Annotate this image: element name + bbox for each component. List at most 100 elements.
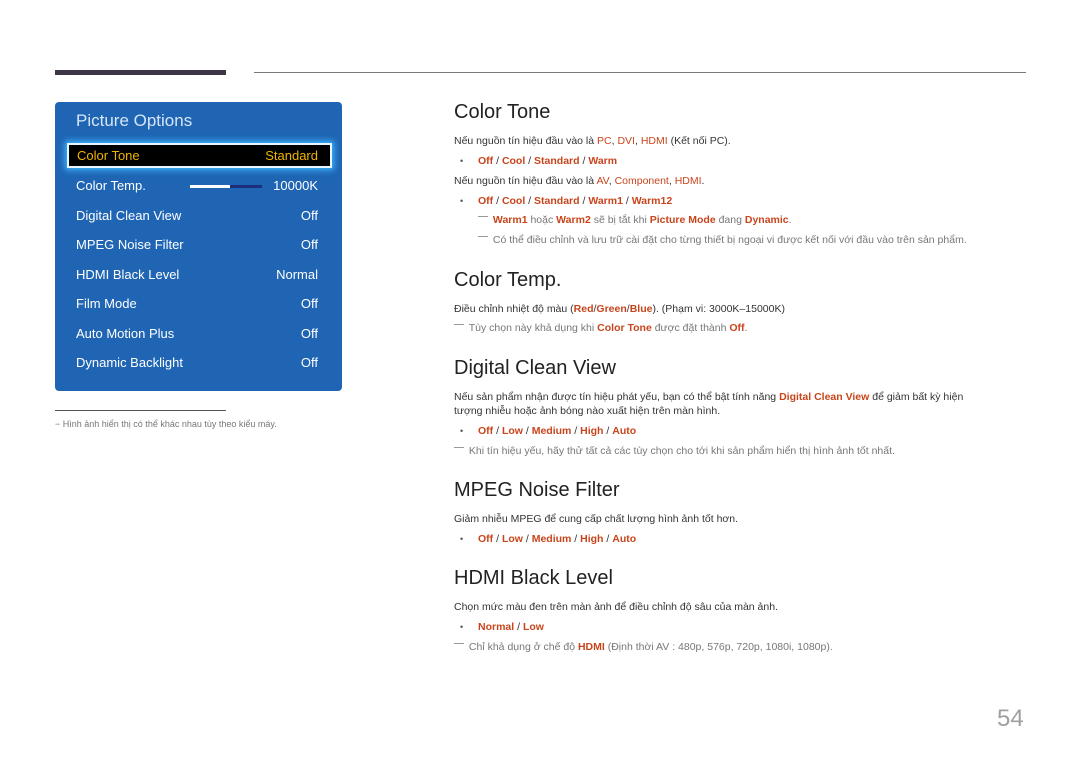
section-title-digital-clean-view: Digital Clean View [454, 357, 616, 379]
menu-item-value: Off [300, 325, 318, 341]
sep: / [525, 195, 535, 207]
highlight: Component [614, 175, 669, 187]
hdmi-black-level-options: • Normal / Low [460, 621, 544, 633]
text: Điều chỉnh nhiệt độ màu ( [454, 303, 574, 315]
text: . [788, 214, 792, 226]
option: Warm1 [588, 195, 623, 207]
highlight: Color Tone [597, 322, 652, 334]
highlight: Picture Mode [649, 214, 716, 226]
highlight: Green [596, 303, 627, 315]
option: Off [478, 425, 494, 437]
sep: / [622, 195, 632, 207]
menu-item-value: Standard [265, 148, 318, 163]
option: Low [522, 621, 544, 633]
option: High [580, 533, 604, 545]
text: . [701, 175, 705, 187]
menu-item-digital-clean-view[interactable]: Digital Clean View Off [76, 204, 318, 226]
slider-fill [190, 185, 230, 188]
bullet-icon: • [460, 156, 464, 166]
highlight: Warm2 [556, 214, 591, 226]
header-rule [254, 72, 1026, 73]
color-temp-note: Tùy chọn này khả dụng khi Color Tone đượ… [454, 322, 748, 334]
header-accent-bar [55, 70, 226, 75]
menu-item-hdmi-black-level[interactable]: HDMI Black Level Normal [76, 263, 318, 285]
color-tone-desc-2: Nếu nguồn tín hiệu đầu vào là AV, Compon… [454, 174, 704, 189]
menu-item-film-mode[interactable]: Film Mode Off [76, 292, 318, 314]
highlight: Red [573, 303, 594, 315]
menu-item-label: Color Temp. [76, 177, 146, 193]
highlight: HDMI [577, 641, 605, 653]
option: Cool [501, 195, 526, 207]
bullet-icon: • [460, 622, 464, 632]
option: Auto [612, 425, 637, 437]
option: Standard [534, 155, 580, 167]
option: Auto [612, 533, 637, 545]
digital-clean-view-note: Khi tín hiệu yếu, hãy thử tất cả các tùy… [454, 445, 895, 457]
color-tone-note-1: Warm1 hoặc Warm2 sẽ bị tắt khi Picture M… [478, 214, 792, 226]
option: Medium [531, 533, 572, 545]
text: (Định thời AV : 480p, 576p, 720p, 1080i,… [604, 641, 833, 653]
menu-item-dynamic-backlight[interactable]: Dynamic Backlight Off [76, 351, 318, 373]
section-title-hdmi-black-level: HDMI Black Level [454, 567, 613, 589]
sep: / [579, 195, 589, 207]
color-tone-desc-1: Nếu nguồn tín hiệu đầu vào là PC, DVI, H… [454, 134, 731, 149]
sep: / [571, 533, 581, 545]
color-tone-options-2: • Off / Cool / Standard / Warm1 / Warm12 [460, 195, 672, 207]
text: được đặt thành [651, 322, 730, 334]
menu-item-value: Off [300, 207, 318, 223]
highlight: HDMI [674, 175, 702, 187]
digital-clean-view-options: • Off / Low / Medium / High / Auto [460, 425, 636, 437]
sep: / [522, 425, 532, 437]
menu-item-label: HDMI Black Level [76, 266, 180, 282]
text: Tùy chọn này khả dụng khi [468, 322, 598, 334]
menu-item-mpeg-noise-filter[interactable]: MPEG Noise Filter Off [76, 233, 318, 255]
menu-item-label: MPEG Noise Filter [76, 236, 184, 252]
menu-item-value: 10000K [273, 177, 318, 193]
text: sẽ bị tắt khi [590, 214, 650, 226]
hdmi-black-level-desc: Chọn mức màu đen trên màn ảnh để điều ch… [454, 601, 778, 613]
text: Nếu sản phẩm nhận được tín hiệu phát yếu… [454, 391, 780, 403]
menu-item-value: Normal [276, 266, 318, 282]
option: High [580, 425, 604, 437]
sep: / [603, 533, 613, 545]
sep: / [493, 425, 502, 437]
section-title-color-tone: Color Tone [454, 101, 551, 123]
menu-item-label: Color Tone [77, 148, 140, 163]
section-title-color-temp: Color Temp. [454, 269, 562, 291]
color-temp-slider[interactable] [190, 185, 262, 188]
color-tone-note-2: Có thể điều chỉnh và lưu trữ cài đặt cho… [478, 234, 967, 246]
menu-item-label: Dynamic Backlight [76, 354, 183, 370]
sep: / [571, 425, 581, 437]
footnote-divider [55, 410, 226, 411]
sep: / [493, 533, 502, 545]
highlight: DVI [617, 135, 635, 147]
mpeg-noise-filter-options: • Off / Low / Medium / High / Auto [460, 533, 636, 545]
text: . [744, 322, 748, 334]
menu-item-label: Film Mode [76, 295, 137, 311]
highlight: Digital Clean View [779, 391, 870, 403]
hdmi-black-level-note: Chỉ khả dụng ở chế độ HDMI (Định thời AV… [454, 641, 833, 653]
option: Warm [588, 155, 618, 167]
option: Off [478, 155, 494, 167]
text: Có thể điều chỉnh và lưu trữ cài đặt cho… [492, 234, 967, 246]
option: Off [478, 195, 494, 207]
sep: / [522, 533, 532, 545]
text: hoặc [527, 214, 557, 226]
sep: / [603, 425, 613, 437]
text: Chỉ khả dụng ở chế độ [468, 641, 578, 653]
sep: / [514, 621, 523, 633]
sep: / [493, 195, 502, 207]
menu-item-color-tone[interactable]: Color Tone Standard [67, 143, 332, 168]
sep: / [579, 155, 589, 167]
menu-item-value: Off [300, 295, 318, 311]
digital-clean-view-desc-2: tượng nhiễu hoặc ảnh bóng nào xuất hiện … [454, 405, 721, 417]
bullet-icon: • [460, 534, 464, 544]
option: Warm12 [631, 195, 673, 207]
menu-item-value: Off [300, 354, 318, 370]
sep: / [525, 155, 535, 167]
option: Cool [501, 155, 526, 167]
color-temp-desc: Điều chỉnh nhiệt độ màu (Red/Green/Blue)… [454, 303, 785, 315]
text: đang [715, 214, 745, 226]
menu-item-auto-motion-plus[interactable]: Auto Motion Plus Off [76, 322, 318, 344]
option: Medium [531, 425, 572, 437]
